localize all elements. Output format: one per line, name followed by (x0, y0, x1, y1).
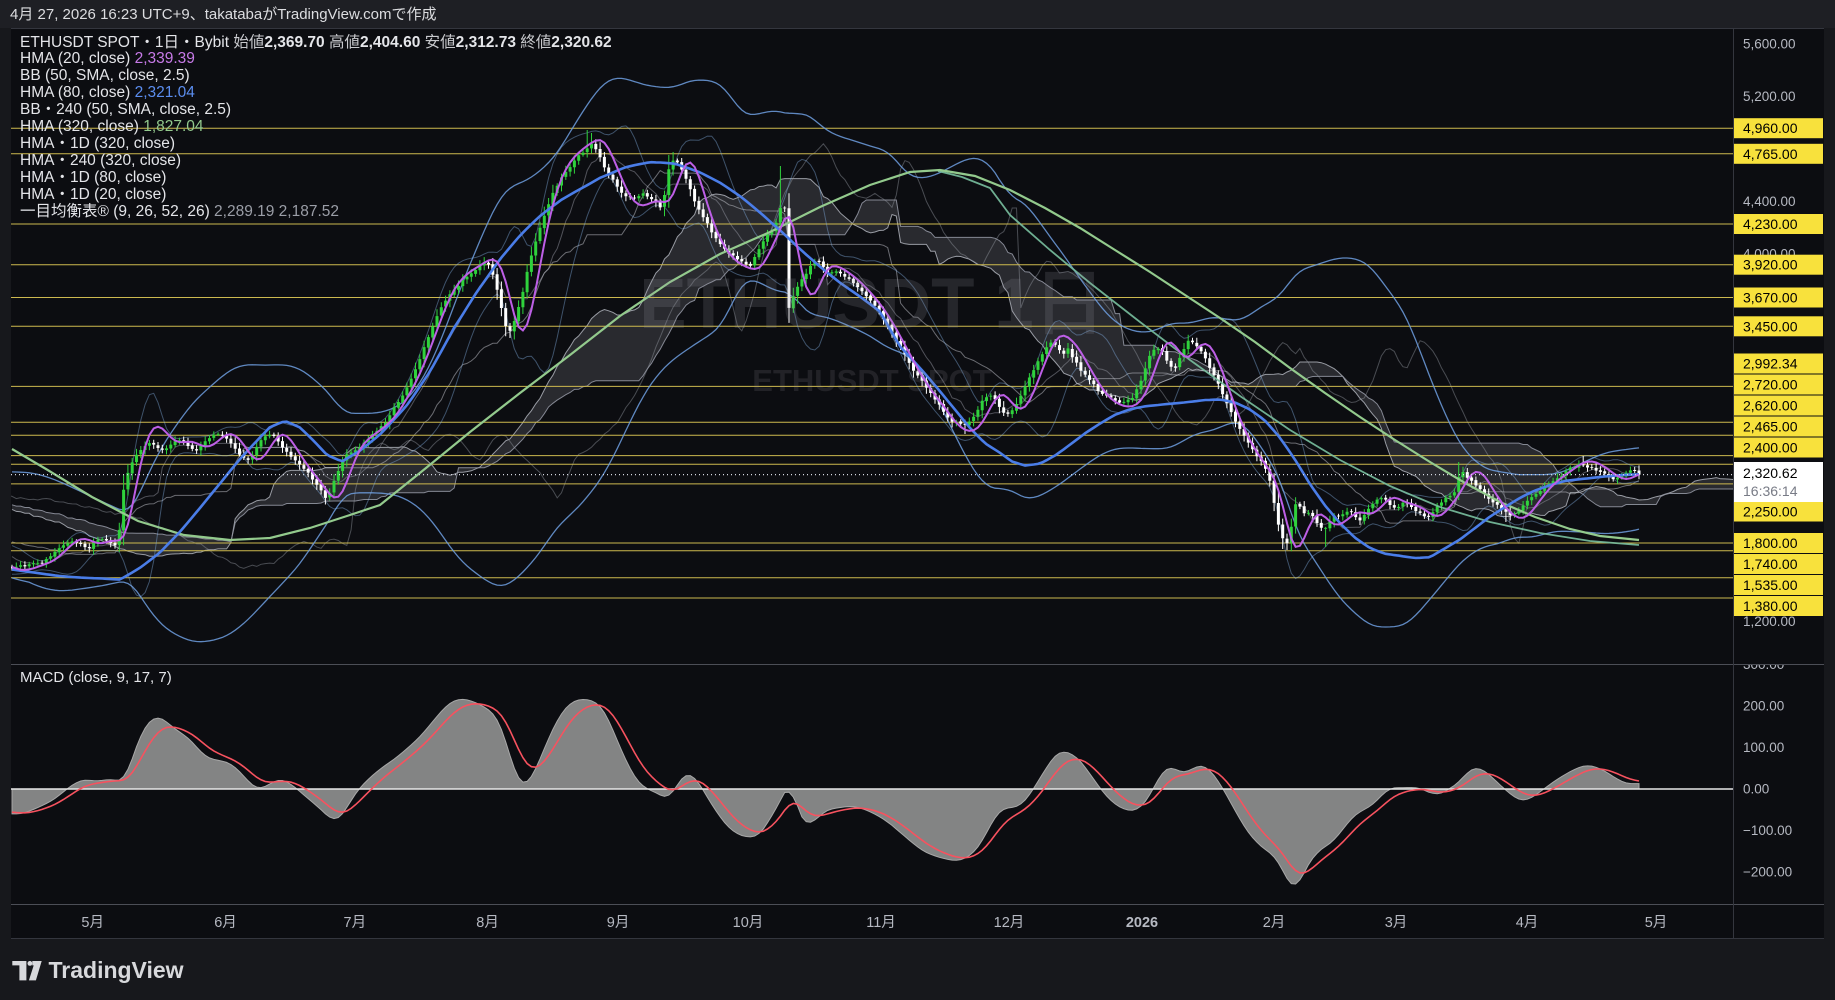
svg-text:1,380.00: 1,380.00 (1743, 598, 1798, 614)
svg-text:4,960.00: 4,960.00 (1743, 120, 1798, 136)
svg-text:2,720.00: 2,720.00 (1743, 377, 1798, 393)
svg-text:HMA・1D (20, close): HMA・1D (20, close) (20, 186, 166, 203)
svg-text:11月: 11月 (866, 915, 896, 931)
svg-text:8月: 8月 (476, 915, 499, 931)
svg-text:ETHUSDT 1日: ETHUSDT 1日 (639, 265, 1105, 344)
svg-text:2,400.00: 2,400.00 (1743, 440, 1798, 456)
svg-text:2,465.00: 2,465.00 (1743, 419, 1798, 435)
svg-text:10月: 10月 (733, 915, 764, 931)
svg-text:3,450.00: 3,450.00 (1743, 318, 1798, 334)
svg-text:2,620.00: 2,620.00 (1743, 398, 1798, 414)
svg-text:4,400.00: 4,400.00 (1743, 194, 1796, 209)
svg-text:HMA・1D (80, close): HMA・1D (80, close) (20, 169, 166, 186)
svg-text:2026: 2026 (1126, 915, 1158, 931)
svg-text:HMA (20, close) 2,339.39: HMA (20, close) 2,339.39 (20, 50, 195, 67)
svg-text:3,670.00: 3,670.00 (1743, 290, 1798, 306)
svg-text:0.00: 0.00 (1743, 782, 1769, 797)
svg-text:9月: 9月 (607, 915, 630, 931)
svg-text:100.00: 100.00 (1743, 740, 1784, 755)
svg-text:5月: 5月 (1645, 915, 1668, 931)
svg-text:5,600.00: 5,600.00 (1743, 37, 1796, 52)
svg-text:一目均衡表® (9, 26, 52, 26) 2,289.: 一目均衡表® (9, 26, 52, 26) 2,289.19 2,187.52 (20, 202, 339, 220)
svg-text:2,250.00: 2,250.00 (1743, 504, 1798, 520)
svg-text:2月: 2月 (1263, 915, 1286, 931)
svg-text:HMA・240 (320, close): HMA・240 (320, close) (20, 152, 181, 169)
svg-text:1,535.00: 1,535.00 (1743, 577, 1798, 593)
svg-text:6月: 6月 (214, 915, 237, 931)
svg-text:ETHUSDT SPOT: ETHUSDT SPOT (752, 363, 991, 398)
svg-text:16:36:14: 16:36:14 (1743, 483, 1798, 499)
svg-text:4月 27, 2026 16:23 UTC+9、takata: 4月 27, 2026 16:23 UTC+9、takatabaがTrading… (10, 6, 436, 23)
svg-text:2,320.62: 2,320.62 (1743, 465, 1798, 481)
svg-text:2,992.34: 2,992.34 (1743, 356, 1798, 372)
svg-text:BB・240 (50, SMA, close, 2.5): BB・240 (50, SMA, close, 2.5) (20, 101, 231, 118)
svg-text:ETHUSDT SPOT・1日・Bybit 始値2,369.: ETHUSDT SPOT・1日・Bybit 始値2,369.70 高値2,404… (20, 33, 612, 51)
svg-text:MACD (close, 9, 17, 7): MACD (close, 9, 17, 7) (20, 669, 172, 686)
svg-text:3月: 3月 (1385, 915, 1408, 931)
svg-text:−200.00: −200.00 (1743, 865, 1792, 880)
svg-text:1,740.00: 1,740.00 (1743, 556, 1798, 572)
svg-text:HMA・1D (320, close): HMA・1D (320, close) (20, 135, 175, 152)
svg-text:4月: 4月 (1516, 915, 1539, 931)
svg-text:1,200.00: 1,200.00 (1743, 614, 1796, 629)
svg-text:200.00: 200.00 (1743, 698, 1784, 713)
svg-text:4,230.00: 4,230.00 (1743, 216, 1798, 232)
svg-text:HMA (320, close) 1,827.04: HMA (320, close) 1,827.04 (20, 118, 204, 135)
svg-text:TradingView: TradingView (49, 957, 184, 983)
svg-text:5,200.00: 5,200.00 (1743, 89, 1796, 104)
svg-text:HMA (80, close) 2,321.04: HMA (80, close) 2,321.04 (20, 84, 195, 101)
svg-text:7月: 7月 (344, 915, 367, 931)
svg-text:1,800.00: 1,800.00 (1743, 535, 1798, 551)
svg-text:BB (50, SMA, close, 2.5): BB (50, SMA, close, 2.5) (20, 67, 190, 84)
svg-text:4,765.00: 4,765.00 (1743, 146, 1798, 162)
svg-text:3,920.00: 3,920.00 (1743, 257, 1798, 273)
svg-text:12月: 12月 (994, 915, 1025, 931)
svg-text:5月: 5月 (81, 915, 104, 931)
svg-text:−100.00: −100.00 (1743, 823, 1792, 838)
